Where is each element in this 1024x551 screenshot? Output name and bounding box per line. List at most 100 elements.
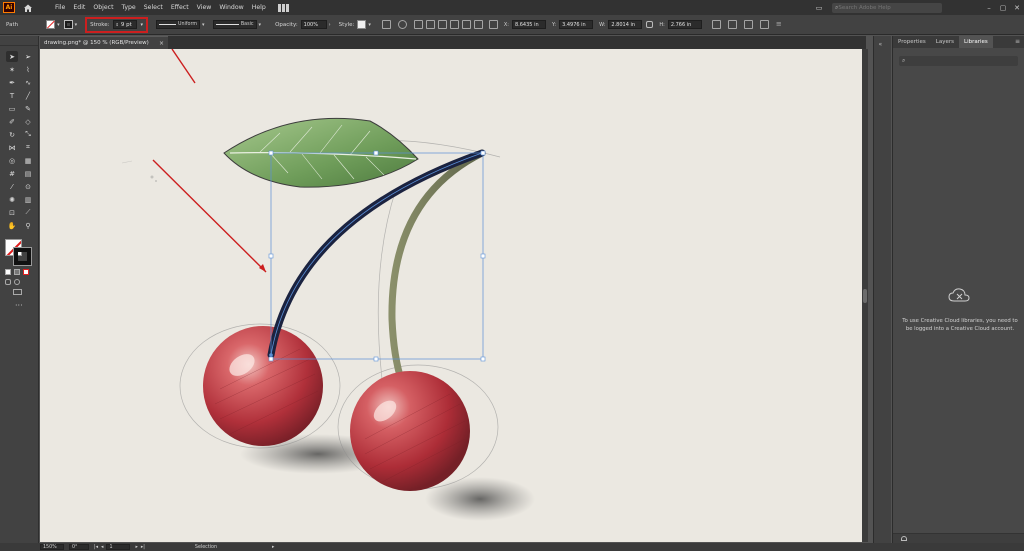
transform-icon[interactable]: [711, 20, 721, 29]
cloud-sync-icon[interactable]: [901, 536, 907, 541]
align-top-icon[interactable]: [449, 20, 459, 29]
fill-swatch[interactable]: [46, 20, 56, 29]
w-field[interactable]: 2.8014 in: [608, 20, 643, 29]
align-right-icon[interactable]: [437, 20, 447, 29]
mesh-tool-icon[interactable]: #: [6, 168, 18, 179]
x-field[interactable]: 8.6435 in: [511, 20, 546, 29]
current-tool-status[interactable]: Selection: [195, 545, 217, 550]
puppet-warp-icon[interactable]: [743, 20, 753, 29]
document-tab[interactable]: drawing.png* @ 150 % (RGB/Preview) ×: [40, 36, 168, 49]
color-icon[interactable]: [5, 269, 11, 275]
selection-tool-icon[interactable]: ➤: [6, 51, 18, 62]
align-left-icon[interactable]: [413, 20, 423, 29]
close-tab-icon[interactable]: ×: [159, 40, 164, 47]
rotation-field[interactable]: 0°: [69, 544, 89, 550]
help-search-input[interactable]: [838, 4, 934, 11]
menu-edit[interactable]: Edit: [69, 0, 89, 15]
arrange-icon[interactable]: [759, 20, 769, 29]
menu-file[interactable]: File: [51, 0, 69, 15]
draw-mode-icon[interactable]: [5, 279, 11, 285]
magic-wand-tool-icon[interactable]: ✶: [6, 64, 18, 75]
eraser-tool-icon[interactable]: ◇: [22, 116, 34, 127]
paintbrush-tool-icon[interactable]: ✎: [22, 103, 34, 114]
slice-tool-icon[interactable]: ⟋: [22, 207, 34, 218]
screen-mode-icon[interactable]: [13, 289, 22, 295]
tab-layers[interactable]: Layers: [931, 36, 959, 48]
edit-toolbar-icon[interactable]: ···: [15, 301, 38, 310]
align-bottom-icon[interactable]: [473, 20, 483, 29]
artboard-prev-icon[interactable]: ◂: [101, 545, 103, 550]
width-tool-icon[interactable]: ⋈: [6, 142, 18, 153]
vertical-scrollbar[interactable]: [862, 49, 868, 542]
fill-stroke-widget[interactable]: [5, 239, 33, 266]
opacity-label[interactable]: Opacity:: [275, 22, 298, 28]
zoom-tool-icon[interactable]: ⚲: [22, 220, 34, 231]
fill-dropdown-icon[interactable]: ▾: [57, 22, 60, 28]
line-segment-tool-icon[interactable]: ╱: [22, 90, 34, 101]
workspace-switcher-icon[interactable]: [277, 3, 290, 12]
tab-properties[interactable]: Properties: [893, 36, 931, 48]
stroke-label[interactable]: Stroke:: [90, 22, 109, 28]
stroke-color-dropdown-icon[interactable]: ▾: [75, 22, 78, 28]
stroke-stepper-icon[interactable]: ⇕: [116, 22, 119, 27]
brush-dropdown-icon[interactable]: ▾: [259, 22, 262, 28]
stroke-color-icon[interactable]: [13, 247, 32, 266]
stroke-weight-field[interactable]: ⇕ 9 pt: [112, 20, 137, 29]
help-search[interactable]: ⌕: [832, 2, 942, 13]
eyedropper-tool-icon[interactable]: ⁄: [6, 181, 18, 192]
toolbar-grip[interactable]: [0, 36, 38, 46]
document-setup-icon[interactable]: [381, 20, 391, 29]
type-tool-icon[interactable]: T: [6, 90, 18, 101]
menu-select[interactable]: Select: [140, 0, 167, 15]
blend-tool-icon[interactable]: ⊙: [22, 181, 34, 192]
menu-effect[interactable]: Effect: [167, 0, 193, 15]
shape-builder-tool-icon[interactable]: ◎: [6, 155, 18, 166]
opacity-field[interactable]: 100%: [300, 20, 327, 29]
lasso-tool-icon[interactable]: ⌇: [22, 64, 34, 75]
menu-type[interactable]: Type: [118, 0, 140, 15]
zoom-level-field[interactable]: 150%: [40, 544, 64, 550]
menu-view[interactable]: View: [193, 0, 216, 15]
constrain-proportions-icon[interactable]: [646, 21, 654, 28]
scroll-thumb[interactable]: [863, 289, 867, 303]
minimize-button[interactable]: –: [982, 4, 996, 12]
arrange-documents-icon[interactable]: ▭: [812, 4, 826, 12]
library-search-input[interactable]: [908, 58, 1009, 64]
stroke-swatch[interactable]: [63, 20, 73, 29]
stroke-weight-dropdown-icon[interactable]: ▾: [141, 22, 144, 28]
library-search[interactable]: ⌕: [899, 56, 1018, 66]
direct-selection-tool-icon[interactable]: ➢: [22, 51, 34, 62]
align-center-icon[interactable]: [425, 20, 435, 29]
brush-definition[interactable]: Basic: [212, 20, 257, 29]
perspective-grid-tool-icon[interactable]: ▦: [22, 155, 34, 166]
recolor-artwork-icon[interactable]: [397, 20, 407, 29]
variable-width-profile[interactable]: Uniform: [156, 20, 201, 29]
align-middle-icon[interactable]: [461, 20, 471, 29]
hand-tool-icon[interactable]: ✋: [6, 220, 18, 231]
home-icon[interactable]: [23, 3, 33, 13]
artboard-last-icon[interactable]: ▸|: [141, 545, 145, 550]
style-dropdown-icon[interactable]: ▾: [368, 22, 371, 28]
symbol-sprayer-tool-icon[interactable]: ✺: [6, 194, 18, 205]
gradient-icon[interactable]: [14, 269, 20, 275]
curvature-tool-icon[interactable]: ∿: [22, 77, 34, 88]
artboard-canvas[interactable]: [40, 49, 862, 542]
profile-dropdown-icon[interactable]: ▾: [202, 22, 205, 28]
tab-libraries[interactable]: Libraries: [959, 36, 993, 48]
artboard-first-icon[interactable]: |◂: [94, 545, 98, 550]
column-graph-tool-icon[interactable]: ▥: [22, 194, 34, 205]
menu-help[interactable]: Help: [248, 0, 270, 15]
opacity-dropdown-icon[interactable]: ›: [329, 22, 331, 28]
graphic-style-swatch[interactable]: [357, 20, 367, 29]
menu-object[interactable]: Object: [89, 0, 117, 15]
close-window-button[interactable]: ✕: [1010, 4, 1024, 12]
artboard-next-icon[interactable]: ▸: [135, 545, 137, 550]
panel-menu-icon[interactable]: ≡: [1015, 36, 1024, 48]
pen-tool-icon[interactable]: ✒: [6, 77, 18, 88]
rectangle-tool-icon[interactable]: ▭: [6, 103, 18, 114]
rotate-tool-icon[interactable]: ↻: [6, 129, 18, 140]
artboard-number-field[interactable]: 1: [106, 544, 131, 550]
none-icon[interactable]: [23, 269, 29, 275]
h-field[interactable]: 2.766 in: [667, 20, 702, 29]
gradient-tool-icon[interactable]: ▤: [22, 168, 34, 179]
